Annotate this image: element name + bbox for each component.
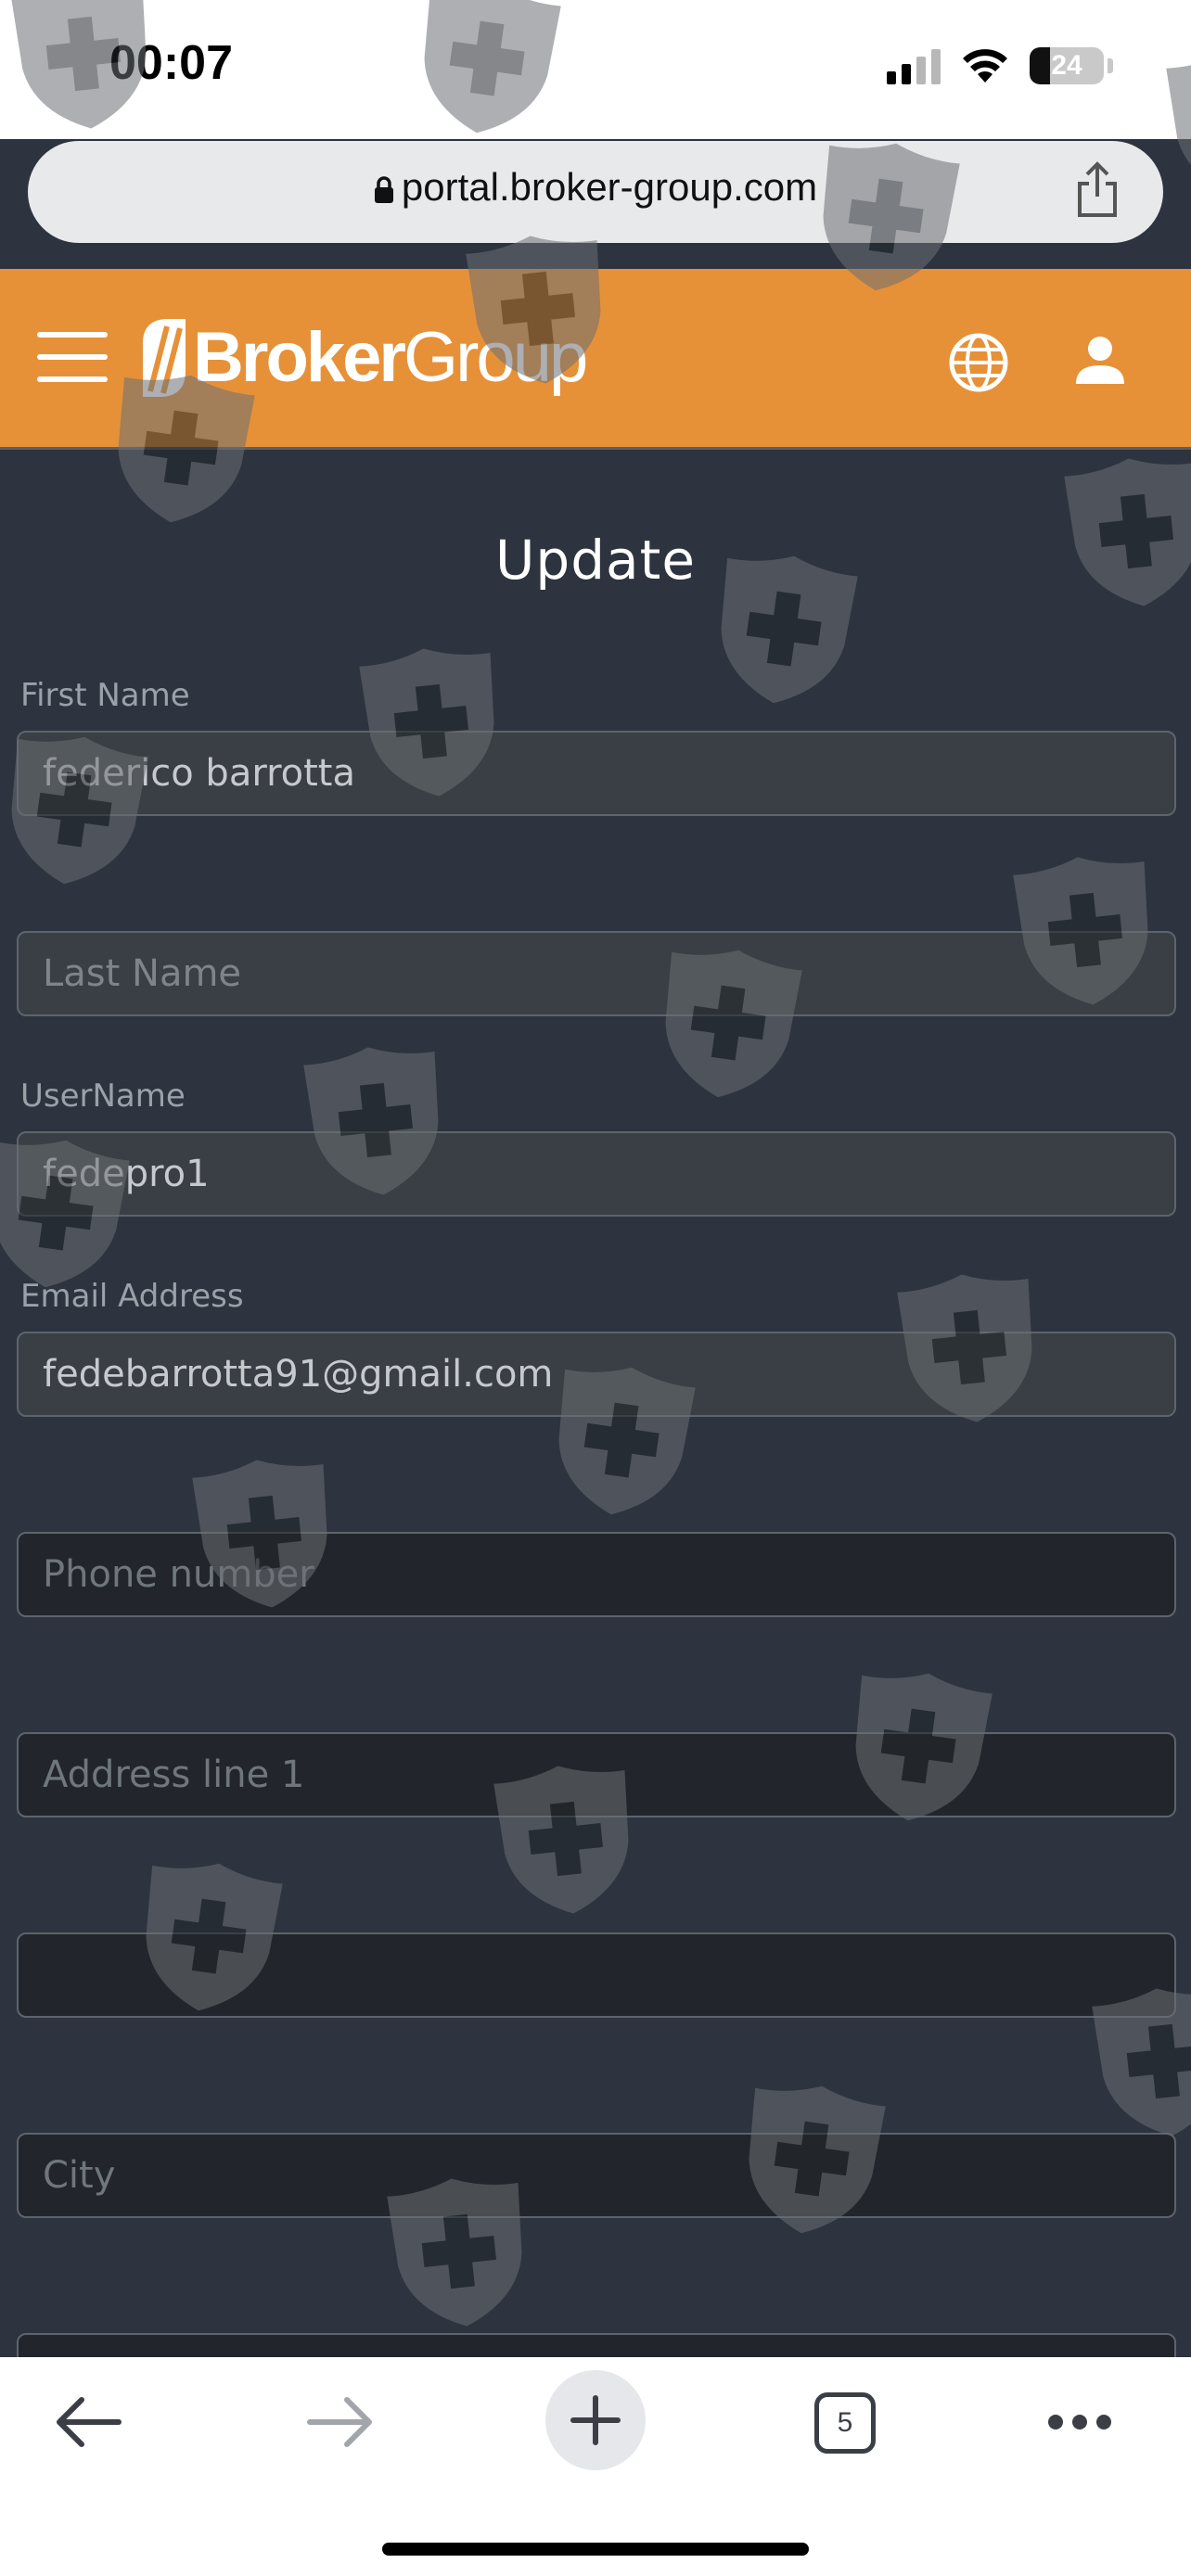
status-bar: 00:07 24 (0, 0, 1191, 139)
username-label: UserName (20, 1078, 186, 1115)
share-icon[interactable] (1074, 161, 1121, 219)
email-field[interactable] (17, 1332, 1176, 1417)
page-title: Update (494, 529, 697, 592)
first-name-field[interactable] (17, 731, 1176, 816)
address-line-2-field[interactable] (17, 1932, 1176, 2018)
back-arrow-icon[interactable] (52, 2394, 122, 2450)
wifi-icon (963, 49, 1007, 83)
lock-icon (374, 176, 393, 203)
username-field[interactable] (17, 1131, 1176, 1217)
email-label: Email Address (20, 1278, 244, 1315)
menu-icon[interactable] (37, 332, 108, 382)
home-indicator (382, 2543, 809, 2556)
cellular-signal-icon (887, 47, 941, 84)
more-options-icon[interactable] (1048, 2415, 1111, 2429)
forward-arrow-icon[interactable] (306, 2394, 377, 2450)
first-name-label: First Name (20, 677, 190, 714)
phone-field[interactable] (17, 1532, 1176, 1617)
status-indicators: 24 (887, 41, 1113, 91)
battery-level: 24 (1051, 50, 1082, 81)
app-header: BrokerGroup (0, 269, 1191, 450)
page: 00:07 24 portal.broker-group.com BrokerG… (0, 0, 1191, 2576)
status-time: 00:07 (109, 36, 233, 90)
last-name-field[interactable] (17, 931, 1176, 1016)
broker-group-logo[interactable]: BrokerGroup (139, 306, 588, 408)
battery-icon: 24 (1030, 47, 1104, 84)
battery-nub (1108, 58, 1113, 73)
url-text: portal.broker-group.com (401, 165, 818, 209)
plus-icon (570, 2395, 621, 2445)
logo-text: BrokerGroup (193, 317, 588, 397)
url-display: portal.broker-group.com (28, 165, 1163, 210)
address-bar[interactable]: portal.broker-group.com (28, 141, 1163, 243)
logo-mark-icon (143, 319, 186, 397)
city-field[interactable] (17, 2133, 1176, 2218)
new-tab-button[interactable] (545, 2370, 646, 2470)
globe-icon[interactable] (948, 332, 1009, 393)
user-icon[interactable] (1074, 334, 1126, 386)
tab-switcher-button[interactable]: 5 (814, 2392, 876, 2454)
address-line-1-field[interactable] (17, 1732, 1176, 1817)
